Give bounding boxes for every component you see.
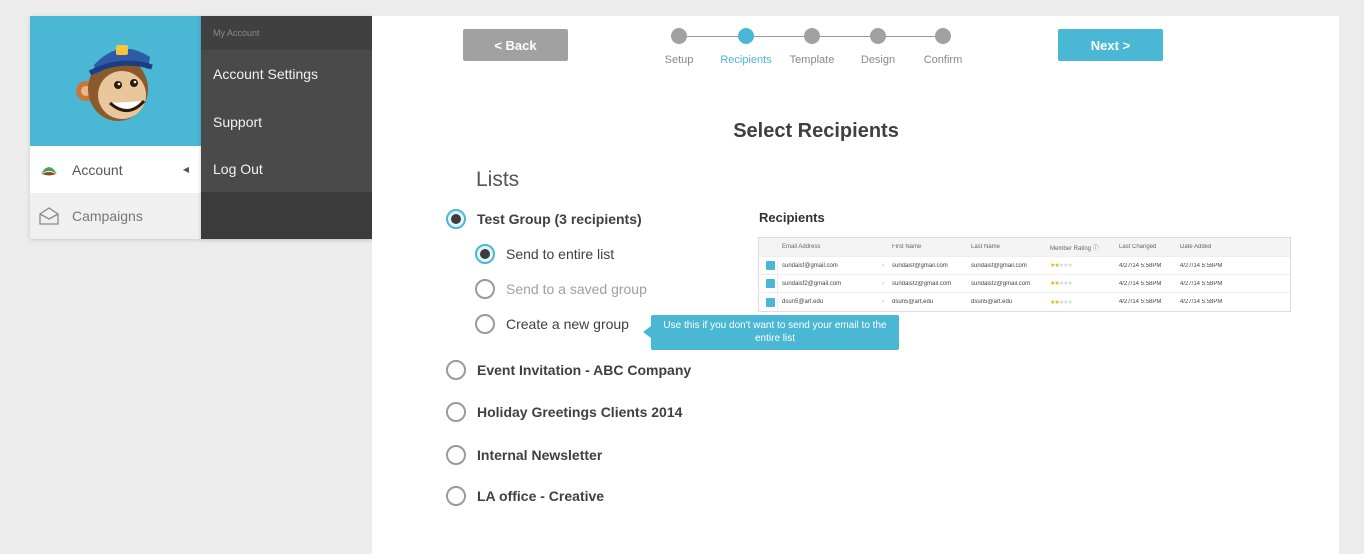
table-header-row: Email Address First Name Last Name Membe… [759,238,1290,257]
page-title: Select Recipients [733,120,899,142]
cell-text: dsun5@art.edu [782,299,824,305]
back-button[interactable]: < Back [463,29,568,61]
step-label: Confirm [923,54,963,66]
rating-cell: ★★★★★ [1046,262,1115,269]
chimp-logo-icon [75,45,153,121]
send-saved-group-radio[interactable] [475,279,495,299]
menu-item-log-out[interactable]: Log Out [201,145,372,192]
column-header[interactable]: Last Changed [1115,244,1176,250]
checkbox-checked-icon [765,279,775,288]
column-header[interactable]: First Name [888,244,967,250]
next-button[interactable]: Next > [1058,29,1163,61]
chevron-right-icon: › [882,299,884,305]
column-header-rating[interactable]: Member Rating ⓘ [1046,243,1115,252]
step-dot [935,28,951,44]
menu-item-account-settings[interactable]: Account Settings [201,50,372,98]
create-new-group-radio[interactable] [475,314,495,334]
email-cell[interactable]: sundaisf@gmail.com › [777,257,888,274]
sidebar-item-account[interactable]: Account ◀ [30,146,201,193]
row-checkbox[interactable] [759,297,777,307]
send-entire-list-label[interactable]: Send to entire list [506,246,614,262]
list-label-holiday-greetings[interactable]: Holiday Greetings Clients 2014 [477,404,682,420]
star-rating-icon: ★★★★★ [1050,263,1073,269]
last-name-cell: sundaisf@gmail.com [971,262,1027,269]
last-changed-cell: 4/27/14 5:58PM [1119,280,1162,287]
cell-text: sundaisf2@gmail.com [782,280,842,287]
table-row[interactable]: dsun5@art.edu › dsun5@art.edu dsun5@art.e… [759,293,1290,311]
list-radio-holiday-greetings[interactable] [446,402,466,422]
star-rating-icon: ★★★★★ [1050,281,1073,287]
sidebar-item-campaigns[interactable]: Campaigns [30,193,201,239]
list-radio-internal-newsletter[interactable] [446,445,466,465]
step-dot [870,28,886,44]
step-dot [671,28,687,44]
date-added-cell: 4/27/14 5:58PM [1180,280,1223,287]
cell-text: sundaisf@gmail.com [782,262,838,269]
send-saved-group-label[interactable]: Send to a saved group [506,281,647,297]
rating-cell: ★★★★★ [1046,280,1115,287]
email-cell[interactable]: sundaisf2@gmail.com › [777,275,888,292]
send-entire-list-radio[interactable] [475,244,495,264]
step-dot [738,28,754,44]
sidebar-item-label: Account [72,161,123,178]
table-row[interactable]: sundaisf2@gmail.com › sundaisf2@gmail.com… [759,275,1290,293]
mustache-icon [38,159,60,181]
date-added-cell: 4/27/14 5:58PM [1180,262,1223,269]
checkbox-checked-icon [765,297,775,307]
chevron-right-icon: › [882,262,884,269]
help-tooltip: Use this if you don't want to send your … [643,315,899,350]
rating-cell: ★★★★★ [1046,299,1115,306]
lists-heading: Lists [476,168,520,191]
step-dot [804,28,820,44]
row-checkbox[interactable] [759,261,777,270]
list-label-la-office[interactable]: LA office - Creative [477,488,604,504]
wizard-stepper: Setup Recipients Template Design Confirm [660,28,970,78]
star-rating-icon: ★★★★★ [1050,299,1073,306]
first-name-cell: dsun5@art.edu [892,299,934,305]
list-label-event-invitation[interactable]: Event Invitation - ABC Company [477,362,691,378]
last-name-cell: sundaisf2@gmail.com [971,280,1031,287]
last-name-cell: dsun5@art.edu [971,299,1013,305]
caret-left-icon: ◀ [182,165,189,174]
first-name-cell: sundaisf2@gmail.com [892,280,952,287]
recipients-heading: Recipients [759,210,825,225]
date-added-cell: 4/27/14 5:58PM [1180,299,1223,305]
menu-item-support[interactable]: Support [201,98,372,145]
column-header-label: Member Rating [1050,245,1092,252]
first-name-cell: sundaisf@gmail.com [892,262,948,269]
table-row[interactable]: sundaisf@gmail.com › sundaisf@gmail.com s… [759,257,1290,275]
last-changed-cell: 4/27/14 5:58PM [1119,262,1162,269]
mailchimp-logo[interactable] [30,16,201,146]
sidebar-item-label: Campaigns [72,208,143,224]
column-header[interactable]: Last Name [967,244,1046,250]
account-menu-heading: My Account [201,16,372,50]
step-confirm[interactable]: Confirm [903,28,983,66]
list-radio-event-invitation[interactable] [446,360,466,380]
column-header[interactable]: Date Added [1176,244,1246,250]
info-icon: ⓘ [1092,245,1099,252]
envelope-icon [38,205,60,227]
main-card: < Back Setup Recipients Template Design … [372,16,1339,554]
sidebar: Account ◀ Campaigns [30,16,201,239]
list-radio-la-office[interactable] [446,486,466,506]
chevron-right-icon: › [882,280,884,287]
recipients-table: Email Address First Name Last Name Membe… [758,237,1291,312]
list-label-test-group[interactable]: Test Group (3 recipients) [477,211,642,227]
email-cell[interactable]: dsun5@art.edu › [777,293,888,311]
account-menu: My Account Account Settings Support Log … [201,16,372,239]
list-radio-test-group[interactable] [446,209,466,229]
checkbox-checked-icon [765,261,775,270]
list-label-internal-newsletter[interactable]: Internal Newsletter [477,447,602,463]
last-changed-cell: 4/27/14 5:58PM [1119,299,1162,305]
column-header[interactable]: Email Address [777,238,888,256]
create-new-group-label[interactable]: Create a new group [506,316,629,332]
row-checkbox[interactable] [759,279,777,288]
